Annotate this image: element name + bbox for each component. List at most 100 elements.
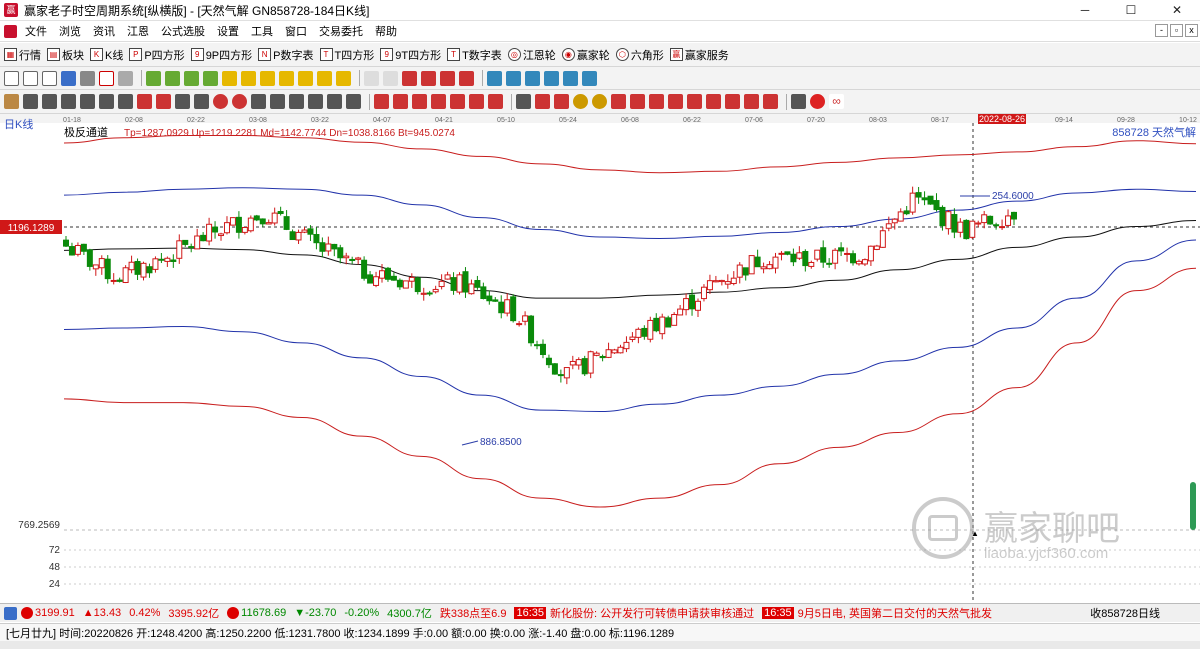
fib-ext-icon[interactable] xyxy=(535,94,550,109)
fib-tool-icon[interactable] xyxy=(346,94,361,109)
gann-line-4-icon[interactable] xyxy=(80,94,95,109)
news-item-2[interactable]: 9月5日电, 英国第二日交付的天然气批发 xyxy=(798,605,992,621)
angle-tool-3-icon[interactable] xyxy=(412,94,427,109)
gann-line-7-icon[interactable] xyxy=(137,94,152,109)
draw-icon[interactable] xyxy=(118,70,133,86)
kline-button[interactable]: K K线 xyxy=(90,47,123,63)
9p-square-button[interactable]: 9 9P四方形 xyxy=(190,47,252,63)
box-icon[interactable] xyxy=(687,94,702,109)
wave-icon[interactable] xyxy=(649,94,664,109)
fan-tool-icon[interactable] xyxy=(251,94,266,109)
9t-square-button[interactable]: 9 9T四方形 xyxy=(380,47,441,63)
pencil-icon[interactable] xyxy=(4,94,19,109)
close-button[interactable]: ✕ xyxy=(1154,0,1200,20)
quotes-button[interactable]: ▦ 行情 xyxy=(4,47,41,63)
diamond-1-icon[interactable] xyxy=(222,70,237,86)
zoom-in-icon[interactable] xyxy=(23,70,38,86)
gann-line-3-icon[interactable] xyxy=(61,94,76,109)
chart-scrollbar-thumb[interactable] xyxy=(1190,482,1196,530)
menu-settings[interactable]: 设置 xyxy=(211,23,245,39)
gann-line-8-icon[interactable] xyxy=(156,94,171,109)
cross-icon[interactable] xyxy=(383,70,398,86)
angle-tool-4-icon[interactable] xyxy=(431,94,446,109)
winner-wheel-button[interactable]: ◉ 赢家轮 xyxy=(561,47,610,63)
next-bar-icon[interactable] xyxy=(184,70,199,86)
menu-info[interactable]: 资讯 xyxy=(87,23,121,39)
menu-browse[interactable]: 浏览 xyxy=(53,23,87,39)
cycle-tool-icon[interactable] xyxy=(289,94,304,109)
text-tool-icon[interactable] xyxy=(706,94,721,109)
period-select-icon[interactable] xyxy=(4,70,19,86)
mark-tool-icon[interactable] xyxy=(725,94,740,109)
angle-tool-1-icon[interactable] xyxy=(374,94,389,109)
app-menu-icon[interactable] xyxy=(4,24,17,38)
table-tool-icon[interactable] xyxy=(791,94,806,109)
zoom-out-icon[interactable] xyxy=(42,70,57,86)
diamond-7-icon[interactable] xyxy=(336,70,351,86)
arrow-icon[interactable] xyxy=(459,70,474,86)
formula-icon[interactable] xyxy=(99,70,114,86)
diamond-3-icon[interactable] xyxy=(260,70,275,86)
chart-type-label[interactable]: 收858728日线 xyxy=(1086,605,1160,621)
hexagon-button[interactable]: ⬡ 六角形 xyxy=(615,47,664,63)
circle-tool-icon[interactable] xyxy=(213,94,228,109)
gann-line-10-icon[interactable] xyxy=(194,94,209,109)
fib-retrace-icon[interactable] xyxy=(516,94,531,109)
menu-formula-select[interactable]: 公式选股 xyxy=(155,23,211,39)
grid-tool-icon[interactable] xyxy=(308,94,323,109)
gann-line-6-icon[interactable] xyxy=(118,94,133,109)
last-bar-icon[interactable] xyxy=(203,70,218,86)
menu-tools[interactable]: 工具 xyxy=(245,23,279,39)
maximize-button[interactable]: ☐ xyxy=(1108,0,1154,20)
diamond-4-icon[interactable] xyxy=(279,70,294,86)
diamond-5-icon[interactable] xyxy=(298,70,313,86)
kline-chart[interactable]: 01-18 02-08 02-22 03-08 03-22 04-07 04-21 05-10… xyxy=(0,114,1200,600)
menu-window[interactable]: 窗口 xyxy=(279,23,313,39)
diamond-6-icon[interactable] xyxy=(317,70,332,86)
gann-line-1-icon[interactable] xyxy=(23,94,38,109)
t-square-button[interactable]: T T四方形 xyxy=(319,47,374,63)
infinity-icon[interactable]: ∞ xyxy=(829,94,844,109)
menu-trade[interactable]: 交易委托 xyxy=(313,23,369,39)
calendar-icon[interactable] xyxy=(487,70,502,86)
menu-help[interactable]: 帮助 xyxy=(369,23,403,39)
news-item-1[interactable]: 新化股份: 公开发行可转债申请获审核通过 xyxy=(550,605,754,621)
winner-service-button[interactable]: 赢赢家服务 xyxy=(669,47,729,63)
gann-line-9-icon[interactable] xyxy=(175,94,190,109)
angle-tool-5-icon[interactable] xyxy=(450,94,465,109)
mdi-restore-button[interactable]: ▫ xyxy=(1170,24,1183,37)
layout-icon[interactable] xyxy=(525,70,540,86)
arc-icon[interactable] xyxy=(668,94,683,109)
color-wheel-icon[interactable] xyxy=(810,94,825,109)
menu-grid-icon[interactable] xyxy=(4,606,17,620)
angle-tool-2-icon[interactable] xyxy=(393,94,408,109)
print-icon[interactable] xyxy=(563,70,578,86)
news-item-0[interactable]: 跌338点至6.9 xyxy=(440,605,507,621)
menu-gann[interactable]: 江恩 xyxy=(121,23,155,39)
minimize-button[interactable]: ─ xyxy=(1062,0,1108,20)
info-icon[interactable] xyxy=(61,70,76,86)
golden-icon[interactable] xyxy=(573,94,588,109)
save-icon[interactable] xyxy=(506,70,521,86)
delete-tool-icon[interactable] xyxy=(763,94,778,109)
p-square-button[interactable]: P P四方形 xyxy=(129,47,185,63)
gann-wheel-button[interactable]: ◎ 江恩轮 xyxy=(507,47,556,63)
angle-tool-7-icon[interactable] xyxy=(488,94,503,109)
diamond-2-icon[interactable] xyxy=(241,70,256,86)
mdi-close-button[interactable]: x xyxy=(1185,24,1198,37)
time-zone-icon[interactable] xyxy=(611,94,626,109)
star-tool-icon[interactable] xyxy=(744,94,759,109)
sector-button[interactable]: ▤ 板块 xyxy=(47,47,84,63)
first-bar-icon[interactable] xyxy=(146,70,161,86)
line-icon[interactable] xyxy=(402,70,417,86)
p-number-table-button[interactable]: N P数字表 xyxy=(258,47,314,63)
fork-icon[interactable] xyxy=(440,70,455,86)
speed-line-icon[interactable] xyxy=(630,94,645,109)
prev-bar-icon[interactable] xyxy=(165,70,180,86)
gann-line-2-icon[interactable] xyxy=(42,94,57,109)
channel-tool-icon[interactable] xyxy=(270,94,285,109)
circle-golden-icon[interactable] xyxy=(592,94,607,109)
angle-tool-6-icon[interactable] xyxy=(469,94,484,109)
t-number-table-button[interactable]: T T数字表 xyxy=(447,47,502,63)
mdi-minimize-button[interactable]: - xyxy=(1155,24,1168,37)
